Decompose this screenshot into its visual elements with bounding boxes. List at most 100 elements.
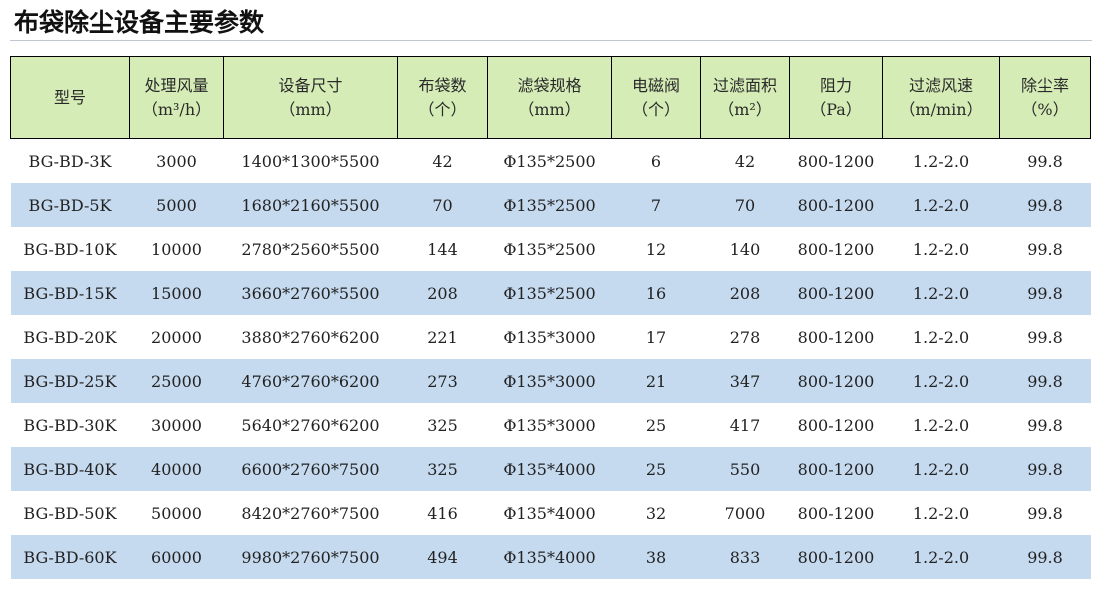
table-row: BG-BD-3K 3000 1400*1300*5500 42 Φ135*2500 6 42… — [10, 138, 1091, 183]
cell-model: BG-BD-20K — [10, 315, 130, 359]
cell-resistance: 800-1200 — [789, 403, 883, 447]
table-row: BG-BD-50K 50000 8420*2760*7500 416 Φ135*4000… — [10, 491, 1091, 535]
cell-filter-area: 42 — [700, 138, 790, 183]
table-row: BG-BD-25K 25000 4760*2760*6200 273 Φ135*3000… — [10, 359, 1091, 403]
cell-dimensions: 9980*2760*7500 — [223, 535, 398, 579]
column-header-unit: （m³/h） — [141, 99, 212, 119]
cell-airflow: 60000 — [129, 535, 224, 579]
table-row: BG-BD-60K 60000 9980*2760*7500 494 Φ135*4000… — [10, 535, 1091, 579]
table-row: BG-BD-30K 30000 5640*2760*6200 325 Φ135*3000… — [10, 403, 1091, 447]
column-header-model: 型号 — [10, 56, 130, 139]
cell-filter-area: 140 — [700, 227, 790, 271]
cell-valves: 25 — [611, 447, 701, 491]
cell-dimensions: 3660*2760*5500 — [223, 271, 398, 315]
table-row: BG-BD-15K 15000 3660*2760*5500 208 Φ135*2500… — [10, 271, 1091, 315]
cell-dimensions: 3880*2760*6200 — [223, 315, 398, 359]
cell-filter-velocity: 1.2-2.0 — [882, 315, 1000, 359]
cell-resistance: 800-1200 — [789, 491, 883, 535]
column-header-unit: （个） — [418, 99, 467, 119]
cell-bag-spec: Φ135*2500 — [487, 271, 612, 315]
cell-bag-spec: Φ135*3000 — [487, 403, 612, 447]
cell-airflow: 30000 — [129, 403, 224, 447]
cell-resistance: 800-1200 — [789, 315, 883, 359]
column-header-label: 设备尺寸 — [278, 75, 343, 95]
column-header-unit: （mm） — [518, 99, 581, 119]
cell-valves: 6 — [611, 138, 701, 183]
column-header-resistance: 阻力 （Pa） — [789, 56, 883, 139]
column-header-dimensions: 设备尺寸 （mm） — [223, 56, 398, 139]
cell-filter-velocity: 1.2-2.0 — [882, 491, 1000, 535]
cell-filter-area: 208 — [700, 271, 790, 315]
cell-bag-spec: Φ135*2500 — [487, 183, 612, 227]
page-title: 布袋除尘设备主要参数 — [14, 8, 265, 37]
header-row: 型号 处理风量 （m³/h） 设备尺寸 （mm） 布袋数 （个） 滤袋规格 （m… — [10, 56, 1091, 139]
cell-bag-count: 70 — [397, 183, 488, 227]
title-divider — [10, 40, 1092, 41]
cell-airflow: 25000 — [129, 359, 224, 403]
column-header-unit: （m²） — [718, 99, 772, 119]
cell-filter-velocity: 1.2-2.0 — [882, 359, 1000, 403]
cell-valves: 16 — [611, 271, 701, 315]
cell-resistance: 800-1200 — [789, 359, 883, 403]
column-header-unit: （%） — [1021, 99, 1069, 119]
cell-efficiency: 99.8 — [999, 183, 1091, 227]
parameter-table: 型号 处理风量 （m³/h） 设备尺寸 （mm） 布袋数 （个） 滤袋规格 （m… — [10, 56, 1091, 579]
column-header-label: 除尘率 — [1020, 75, 1069, 95]
cell-model: BG-BD-3K — [10, 138, 130, 183]
cell-filter-area: 278 — [700, 315, 790, 359]
cell-bag-spec: Φ135*4000 — [487, 535, 612, 579]
cell-model: BG-BD-25K — [10, 359, 130, 403]
column-header-label: 电磁阀 — [631, 75, 680, 95]
cell-efficiency: 99.8 — [999, 138, 1091, 183]
table-row: BG-BD-5K 5000 1680*2160*5500 70 Φ135*2500 7 70… — [10, 183, 1091, 227]
cell-filter-area: 70 — [700, 183, 790, 227]
cell-resistance: 800-1200 — [789, 138, 883, 183]
column-header-label: 过滤面积 — [712, 75, 777, 95]
column-header-airflow: 处理风量 （m³/h） — [129, 56, 224, 139]
column-header-bag-spec: 滤袋规格 （mm） — [487, 56, 612, 139]
cell-model: BG-BD-60K — [10, 535, 130, 579]
cell-bag-spec: Φ135*4000 — [487, 491, 612, 535]
cell-model: BG-BD-30K — [10, 403, 130, 447]
cell-model: BG-BD-5K — [10, 183, 130, 227]
cell-filter-area: 347 — [700, 359, 790, 403]
column-header-label: 布袋数 — [418, 75, 467, 95]
cell-resistance: 800-1200 — [789, 447, 883, 491]
column-header-unit: （个） — [631, 99, 680, 119]
column-header-unit: （Pa） — [810, 99, 862, 119]
cell-airflow: 3000 — [129, 138, 224, 183]
column-header-filter-velocity: 过滤风速 （m/min） — [882, 56, 1000, 139]
column-header-unit: （m/min） — [899, 99, 983, 119]
cell-efficiency: 99.8 — [999, 447, 1091, 491]
cell-efficiency: 99.8 — [999, 227, 1091, 271]
cell-model: BG-BD-40K — [10, 447, 130, 491]
cell-airflow: 50000 — [129, 491, 224, 535]
cell-filter-velocity: 1.2-2.0 — [882, 227, 1000, 271]
cell-bag-count: 325 — [397, 403, 488, 447]
cell-valves: 25 — [611, 403, 701, 447]
column-header-unit: （mm） — [279, 99, 342, 119]
cell-filter-velocity: 1.2-2.0 — [882, 447, 1000, 491]
cell-dimensions: 1680*2160*5500 — [223, 183, 398, 227]
cell-bag-count: 221 — [397, 315, 488, 359]
cell-bag-count: 273 — [397, 359, 488, 403]
cell-bag-count: 144 — [397, 227, 488, 271]
cell-filter-area: 7000 — [700, 491, 790, 535]
cell-filter-area: 550 — [700, 447, 790, 491]
column-header-label: 型号 — [53, 87, 86, 107]
cell-bag-count: 42 — [397, 138, 488, 183]
cell-dimensions: 1400*1300*5500 — [223, 138, 398, 183]
cell-efficiency: 99.8 — [999, 359, 1091, 403]
cell-efficiency: 99.8 — [999, 315, 1091, 359]
cell-efficiency: 99.8 — [999, 535, 1091, 579]
cell-filter-velocity: 1.2-2.0 — [882, 403, 1000, 447]
cell-airflow: 10000 — [129, 227, 224, 271]
cell-bag-count: 494 — [397, 535, 488, 579]
cell-dimensions: 6600*2760*7500 — [223, 447, 398, 491]
cell-valves: 7 — [611, 183, 701, 227]
table-row: BG-BD-20K 20000 3880*2760*6200 221 Φ135*3000… — [10, 315, 1091, 359]
cell-model: BG-BD-50K — [10, 491, 130, 535]
cell-filter-velocity: 1.2-2.0 — [882, 138, 1000, 183]
column-header-label: 过滤风速 — [908, 75, 973, 95]
cell-dimensions: 4760*2760*6200 — [223, 359, 398, 403]
